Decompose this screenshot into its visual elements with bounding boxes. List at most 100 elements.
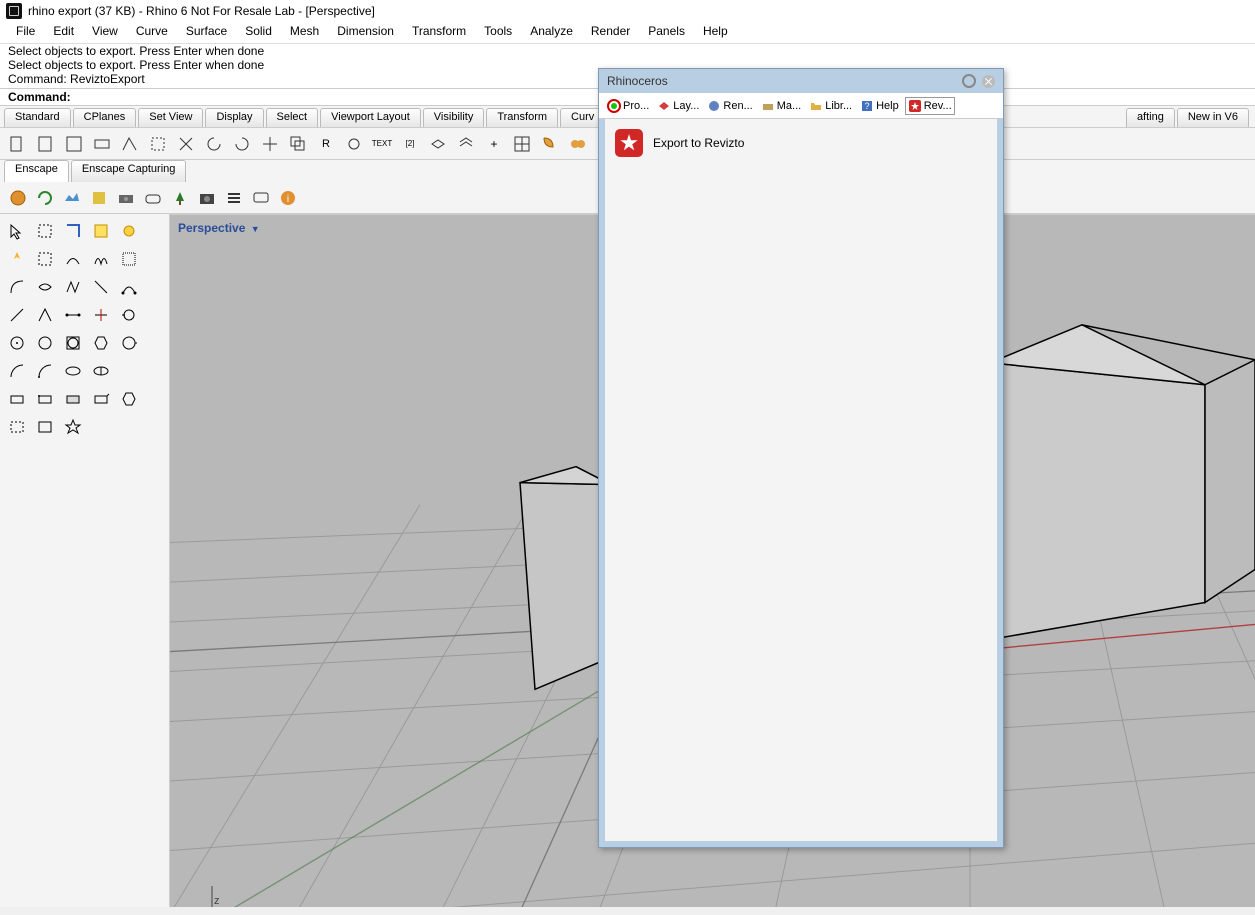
poly2-tool[interactable]: [116, 386, 142, 412]
sketch-tool[interactable]: [88, 274, 114, 300]
curve2-tool[interactable]: [32, 274, 58, 300]
menu-surface[interactable]: Surface: [178, 22, 235, 43]
dim-button[interactable]: [2]: [398, 132, 422, 156]
print-button[interactable]: [90, 132, 114, 156]
circle-tool[interactable]: [4, 302, 30, 328]
arc3-tool[interactable]: [32, 358, 58, 384]
enscape-views-button[interactable]: [60, 186, 84, 210]
dropdown-icon[interactable]: ▼: [251, 224, 260, 234]
srf3-tool[interactable]: [116, 358, 142, 384]
tab-drafting[interactable]: afting: [1126, 108, 1175, 127]
new-file-button[interactable]: [6, 132, 30, 156]
tab-setview[interactable]: Set View: [138, 108, 203, 127]
curve-tool[interactable]: [60, 246, 86, 272]
menu-curve[interactable]: Curve: [128, 22, 176, 43]
undo-button[interactable]: [202, 132, 226, 156]
layer-button[interactable]: [426, 132, 450, 156]
menu-transform[interactable]: Transform: [404, 22, 474, 43]
plane-tool[interactable]: [4, 414, 30, 440]
star2-tool[interactable]: [60, 414, 86, 440]
rect2-tool[interactable]: [32, 386, 58, 412]
enscape-camera-button[interactable]: [114, 186, 138, 210]
tab-enscape[interactable]: Enscape: [4, 160, 69, 182]
extend-tool[interactable]: [116, 302, 142, 328]
rect4-tool[interactable]: [88, 386, 114, 412]
enscape-tree-button[interactable]: [168, 186, 192, 210]
rect-tool[interactable]: [4, 386, 30, 412]
shade2-button[interactable]: [566, 132, 590, 156]
menu-tools[interactable]: Tools: [476, 22, 520, 43]
menu-analyze[interactable]: Analyze: [522, 22, 581, 43]
line-tool[interactable]: [88, 246, 114, 272]
ellipse-tool[interactable]: [60, 330, 86, 356]
cplane-button[interactable]: [118, 132, 142, 156]
select-tool[interactable]: [60, 218, 86, 244]
enscape-start-button[interactable]: [6, 186, 30, 210]
shade-button[interactable]: [538, 132, 562, 156]
enscape-sync-button[interactable]: [33, 186, 57, 210]
enscape-camera2-button[interactable]: [195, 186, 219, 210]
explode-tool[interactable]: [4, 246, 30, 272]
text-button[interactable]: TEXT: [370, 132, 394, 156]
export-to-revizto-button[interactable]: Export to Revizto: [615, 129, 987, 157]
panel-tab-revizto[interactable]: Rev...: [905, 97, 955, 115]
hide-button[interactable]: [342, 132, 366, 156]
move-tool[interactable]: [88, 218, 114, 244]
panel-tab-layers[interactable]: Lay...: [655, 98, 701, 114]
tab-cplanes[interactable]: CPlanes: [73, 108, 137, 127]
rect3-tool[interactable]: [60, 386, 86, 412]
menu-edit[interactable]: Edit: [45, 22, 82, 43]
tab-viewport-layout[interactable]: Viewport Layout: [320, 108, 421, 127]
polyline-tool[interactable]: [116, 246, 142, 272]
lasso-tool[interactable]: [32, 218, 58, 244]
move-button[interactable]: [258, 132, 282, 156]
trim-tool[interactable]: [88, 302, 114, 328]
rhinoceros-panel[interactable]: Rhinoceros Pro... Lay... Ren... Ma... Li…: [598, 68, 1004, 848]
panel-tab-help[interactable]: ? Help: [858, 98, 901, 114]
viewport-name[interactable]: Perspective ▼: [178, 221, 260, 235]
enscape-manage-button[interactable]: [87, 186, 111, 210]
pointer-tool[interactable]: [4, 218, 30, 244]
plane2-tool[interactable]: [32, 414, 58, 440]
arc2-tool[interactable]: [4, 358, 30, 384]
circle-3pt-tool[interactable]: [32, 330, 58, 356]
tab-visibility[interactable]: Visibility: [423, 108, 485, 127]
close-icon[interactable]: [982, 75, 995, 88]
star-tool[interactable]: [116, 330, 142, 356]
menu-panels[interactable]: Panels: [640, 22, 693, 43]
grid-button[interactable]: [510, 132, 534, 156]
handle-tool[interactable]: [116, 274, 142, 300]
cplane2-button[interactable]: [146, 132, 170, 156]
tab-newinv6[interactable]: New in V6: [1177, 108, 1249, 127]
polygon-tool[interactable]: [88, 330, 114, 356]
enscape-feedback-button[interactable]: [249, 186, 273, 210]
tab-select[interactable]: Select: [266, 108, 319, 127]
menu-view[interactable]: View: [84, 22, 126, 43]
rotate-button[interactable]: R: [314, 132, 338, 156]
save-file-button[interactable]: [62, 132, 86, 156]
gear-tool[interactable]: [116, 218, 142, 244]
menu-solid[interactable]: Solid: [237, 22, 280, 43]
open-file-button[interactable]: [34, 132, 58, 156]
tab-display[interactable]: Display: [205, 108, 263, 127]
circle-center-tool[interactable]: [4, 330, 30, 356]
gear-icon[interactable]: [962, 74, 976, 88]
plus-button[interactable]: +: [482, 132, 506, 156]
tab-standard[interactable]: Standard: [4, 108, 71, 127]
menu-help[interactable]: Help: [695, 22, 736, 43]
redo-button[interactable]: [230, 132, 254, 156]
menu-file[interactable]: File: [8, 22, 43, 43]
panel-tab-rendering[interactable]: Ren...: [705, 98, 754, 114]
cplane3-button[interactable]: [174, 132, 198, 156]
menu-render[interactable]: Render: [583, 22, 638, 43]
panel-tab-properties[interactable]: Pro...: [605, 98, 651, 114]
layer2-button[interactable]: [454, 132, 478, 156]
interp-tool[interactable]: [60, 274, 86, 300]
line2-tool[interactable]: [32, 302, 58, 328]
panel-tab-libraries[interactable]: Libr...: [807, 98, 854, 114]
srf-tool[interactable]: [60, 358, 86, 384]
srf2-tool[interactable]: [88, 358, 114, 384]
tab-transform[interactable]: Transform: [486, 108, 558, 127]
point-tool[interactable]: [32, 246, 58, 272]
menu-dimension[interactable]: Dimension: [329, 22, 402, 43]
